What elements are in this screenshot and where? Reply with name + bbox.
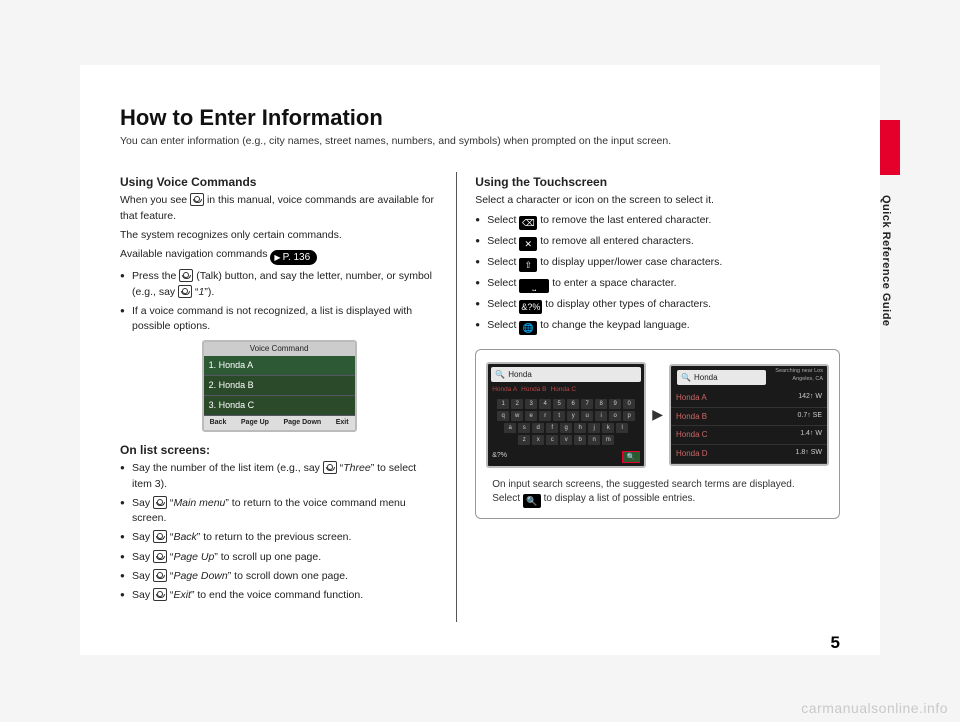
vc-footer: Back Page Up Page Down Exit	[204, 416, 355, 430]
right-column: Using the Touchscreen Select a character…	[475, 172, 840, 622]
page-title: How to Enter Information	[120, 105, 840, 131]
vc-item: 3. Honda C	[204, 396, 355, 416]
kbd-row: 1234567890	[491, 399, 641, 409]
touch-bullets: Select ⌫ to remove the last entered char…	[475, 213, 840, 335]
list-screen-bullets: Say the number of the list item (e.g., s…	[120, 461, 438, 603]
talk-icon	[190, 193, 204, 206]
voice-intro-1: When you see in this manual, voice comma…	[120, 193, 438, 223]
kbd-row: qwertyuiop	[491, 411, 641, 421]
touch-intro: Select a character or icon on the screen…	[475, 193, 840, 208]
list-screens-heading: On list screens:	[120, 442, 438, 459]
voice-intro-3: Available navigation commands ▶P. 136	[120, 247, 438, 265]
voice-command-figure: Voice Command 1. Honda A 2. Honda B 3. H…	[202, 340, 357, 432]
kbd-bottom-bar: &?% 🔍	[488, 449, 644, 466]
result-row: Honda A142↑ W	[671, 389, 827, 408]
talk-icon	[178, 285, 192, 298]
talk-icon	[179, 269, 193, 282]
vc-fig-title: Voice Command	[204, 342, 355, 356]
page-ref-link[interactable]: ▶P. 136	[270, 250, 317, 265]
search-key-icon: 🔍	[523, 494, 541, 508]
voice-commands-heading: Using Voice Commands	[120, 174, 438, 191]
touch-bullet-delete: Select ⌫ to remove the last entered char…	[475, 213, 840, 230]
list-bullet-1: Say the number of the list item (e.g., s…	[120, 461, 438, 491]
list-bullet-3: Say “Back” to return to the previous scr…	[120, 530, 438, 545]
talk-icon	[153, 569, 167, 582]
kbd-row: zxcvbnm	[491, 435, 641, 445]
search-icon	[495, 369, 505, 381]
shift-icon: ⇧	[519, 258, 537, 272]
clear-icon: ✕	[519, 237, 537, 251]
touch-bullet-clear: Select ✕ to remove all entered character…	[475, 234, 840, 251]
list-bullet-5: Say “Page Down” to scroll down one page.	[120, 569, 438, 584]
vc-item: 1. Honda A	[204, 356, 355, 376]
touchscreen-figure: Honda Honda A Honda B Honda C 1234567890…	[486, 362, 829, 468]
voice-bullets: Press the (Talk) button, and say the let…	[120, 269, 438, 334]
touchscreen-heading: Using the Touchscreen	[475, 174, 840, 191]
two-column-layout: Using Voice Commands When you see in thi…	[120, 172, 840, 622]
talk-icon	[153, 588, 167, 601]
globe-icon: 🌐	[519, 321, 537, 335]
figure-caption: On input search screens, the suggested s…	[486, 478, 829, 508]
touch-bullet-lang: Select 🌐 to change the keypad language.	[475, 318, 840, 335]
search-field: Honda	[491, 367, 641, 383]
keyboard-screenshot: Honda Honda A Honda B Honda C 1234567890…	[486, 362, 646, 468]
results-screenshot: Honda Searching near Los Angeles, CA Hon…	[669, 364, 829, 466]
list-bullet-4: Say “Page Up” to scroll up one page.	[120, 550, 438, 565]
watermark: carmanualsonline.info	[801, 700, 948, 716]
vc-item: 2. Honda B	[204, 376, 355, 396]
result-row: Honda C1.4↑ W	[671, 426, 827, 445]
symbols-icon: &?%	[519, 300, 542, 314]
section-tab	[880, 120, 900, 175]
voice-bullet-2: If a voice command is not recognized, a …	[120, 304, 438, 334]
list-bullet-6: Say “Exit” to end the voice command func…	[120, 588, 438, 603]
talk-icon	[323, 461, 337, 474]
page-number: 5	[831, 633, 840, 653]
touch-bullet-shift: Select ⇧ to display upper/lower case cha…	[475, 255, 840, 272]
arrow-right-icon: ▶	[652, 404, 663, 424]
voice-intro-2: The system recognizes only certain comma…	[120, 228, 438, 243]
space-icon: ⎵	[519, 279, 549, 293]
result-row: Honda D1.8↑ SW	[671, 445, 827, 464]
side-section-label: Quick Reference Guide	[880, 195, 892, 327]
talk-icon	[153, 496, 167, 509]
search-button-highlight: 🔍	[622, 451, 640, 463]
result-row: Honda B0.7↑ SE	[671, 408, 827, 427]
column-divider	[456, 172, 457, 622]
left-column: Using Voice Commands When you see in thi…	[120, 172, 438, 622]
search-icon	[681, 372, 691, 384]
voice-bullet-1: Press the (Talk) button, and say the let…	[120, 269, 438, 299]
talk-icon	[153, 530, 167, 543]
suggestion-tabs: Honda A Honda B Honda C	[488, 385, 644, 396]
touch-bullet-symbols: Select &?% to display other types of cha…	[475, 297, 840, 314]
kbd-row: asdfghjkl	[491, 423, 641, 433]
touch-bullet-space: Select ⎵ to enter a space character.	[475, 276, 840, 293]
intro-text: You can enter information (e.g., city na…	[120, 135, 840, 147]
manual-page: Quick Reference Guide How to Enter Infor…	[80, 65, 880, 655]
touchscreen-figure-box: Honda Honda A Honda B Honda C 1234567890…	[475, 349, 840, 519]
results-header: Honda Searching near Los Angeles, CA	[671, 366, 827, 390]
list-bullet-2: Say “Main menu” to return to the voice c…	[120, 496, 438, 526]
talk-icon	[153, 550, 167, 563]
backspace-icon: ⌫	[519, 216, 537, 230]
